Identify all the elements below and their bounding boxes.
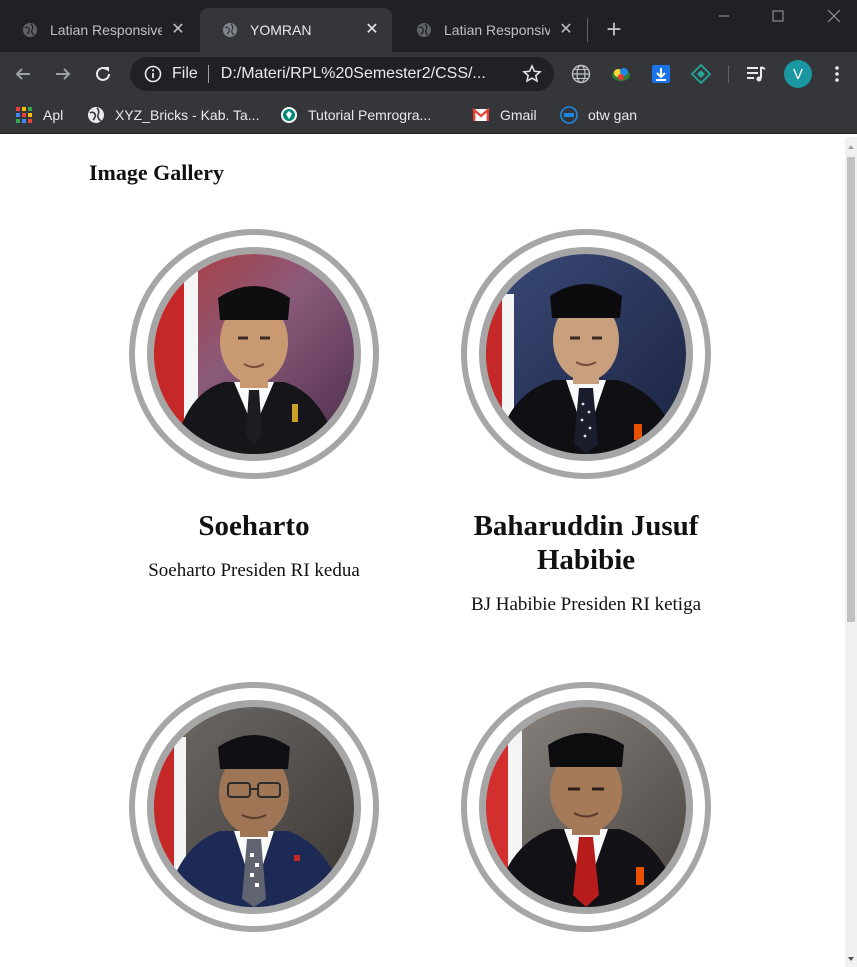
- bookmark-label: Tutorial Pemrogra...: [308, 107, 432, 123]
- bookmark-label: otw gan: [588, 107, 638, 123]
- scrollbar-thumb[interactable]: [847, 157, 855, 622]
- maximize-icon: [772, 10, 784, 22]
- bookmark-label: Apl: [43, 107, 64, 123]
- url-scheme-label: File: [172, 65, 198, 82]
- extension-colorful-button[interactable]: [607, 60, 635, 88]
- bookmark-star-icon[interactable]: [522, 64, 542, 84]
- url-text[interactable]: D:/Materi/RPL%20Semester2/CSS/...: [221, 65, 521, 83]
- tab-strip: Latian Responsive ✕ YOMRAN ✕ Latian Resp…: [0, 0, 857, 52]
- globe-icon: [23, 23, 37, 37]
- minimize-button[interactable]: [696, 0, 752, 32]
- forward-button[interactable]: [49, 60, 77, 88]
- site-logo-icon: [281, 107, 297, 123]
- tab-separator: [587, 18, 588, 42]
- arrow-forward-icon: [56, 68, 71, 80]
- gallery-card: Soeharto Soeharto Presiden RI kedua: [124, 229, 384, 582]
- bookmark-otw-gan[interactable]: otw gan: [560, 104, 637, 126]
- profile-avatar[interactable]: V: [784, 60, 812, 88]
- menu-button[interactable]: [823, 60, 851, 88]
- close-window-button[interactable]: [806, 0, 857, 32]
- apps-grid-icon: [16, 107, 32, 123]
- portrait-frame[interactable]: [129, 229, 379, 479]
- gmail-icon: [472, 108, 490, 121]
- tab-latian-responsive-2[interactable]: Latian Responsive ✕: [394, 8, 586, 52]
- portrait-photo: [486, 254, 686, 454]
- maximize-button[interactable]: [750, 0, 806, 32]
- bookmarks-bar: Apl XYZ_Bricks - Kab. Ta... Tutorial Pem…: [0, 96, 857, 134]
- portrait-frame[interactable]: [461, 682, 711, 932]
- portrait-frame[interactable]: [461, 229, 711, 479]
- tab-yomran[interactable]: YOMRAN ✕: [200, 8, 392, 52]
- portrait-photo: [154, 707, 354, 907]
- tab-latian-responsive-1[interactable]: Latian Responsive ✕: [0, 8, 198, 52]
- extension-download-button[interactable]: [647, 60, 675, 88]
- arrow-back-icon: [15, 68, 30, 80]
- tab-close-icon[interactable]: ✕: [558, 22, 574, 38]
- portrait-frame[interactable]: [129, 682, 379, 932]
- diamond-extension-icon: [691, 64, 711, 84]
- reload-button[interactable]: [89, 60, 117, 88]
- globe-icon: [417, 23, 431, 37]
- globe-icon: [223, 23, 237, 37]
- omnibox-divider: [207, 65, 209, 83]
- tab-close-icon[interactable]: ✕: [170, 22, 186, 38]
- page-viewport: Image Gallery Soeharto Soeharto Presiden…: [0, 137, 845, 967]
- card-description: BJ Habibie Presiden RI ketiga: [470, 594, 702, 615]
- bookmark-tutorial-pemrograman[interactable]: Tutorial Pemrogra...: [280, 104, 431, 126]
- playlist-music-icon: [747, 66, 766, 82]
- gallery-card: Baharuddin Jusuf Habibie BJ Habibie Pres…: [456, 229, 716, 616]
- portrait-photo: [154, 254, 354, 454]
- gallery-card: [124, 682, 384, 962]
- download-icon: [652, 65, 670, 83]
- scroll-up-arrow-icon[interactable]: [848, 145, 854, 149]
- tab-title: Latian Responsive: [50, 22, 162, 38]
- bookmark-xyz-bricks[interactable]: XYZ_Bricks - Kab. Ta...: [87, 104, 259, 126]
- extension-diamond-button[interactable]: [687, 60, 715, 88]
- new-tab-button[interactable]: +: [600, 16, 628, 44]
- page-title: Image Gallery: [89, 160, 225, 185]
- reload-icon: [96, 66, 110, 81]
- address-bar[interactable]: File D:/Materi/RPL%20Semester2/CSS/...: [130, 57, 554, 91]
- color-extension-icon: [612, 68, 630, 81]
- tab-close-icon[interactable]: ✕: [364, 22, 380, 38]
- info-icon[interactable]: [144, 65, 162, 83]
- tab-title: YOMRAN: [250, 22, 312, 38]
- bookmark-label: Gmail: [500, 107, 537, 123]
- more-vert-icon: [835, 66, 839, 82]
- card-name: Baharuddin Jusuf Habibie: [473, 510, 699, 576]
- card-name: Soeharto: [198, 510, 310, 542]
- close-icon: [827, 9, 841, 23]
- browser-toolbar: File D:/Materi/RPL%20Semester2/CSS/...: [0, 52, 857, 96]
- bookmark-label: XYZ_Bricks - Kab. Ta...: [115, 107, 260, 123]
- back-button[interactable]: [9, 60, 37, 88]
- extension-globe-button[interactable]: [567, 60, 595, 88]
- portrait-photo: [486, 707, 686, 907]
- card-description: Soeharto Presiden RI kedua: [148, 560, 360, 581]
- bookmark-gmail[interactable]: Gmail: [472, 104, 537, 126]
- minimize-icon: [719, 15, 729, 17]
- vertical-scrollbar[interactable]: [845, 137, 857, 967]
- dell-icon: [560, 106, 578, 124]
- world-icon: [571, 64, 591, 84]
- bookmark-apl[interactable]: Apl: [15, 104, 63, 126]
- toolbar-divider: [728, 65, 729, 83]
- tab-title: Latian Responsive: [444, 22, 550, 38]
- globe-icon: [88, 107, 104, 123]
- gallery-card: [456, 682, 716, 962]
- media-control-button[interactable]: [742, 60, 770, 88]
- scroll-down-arrow-icon[interactable]: [848, 957, 854, 961]
